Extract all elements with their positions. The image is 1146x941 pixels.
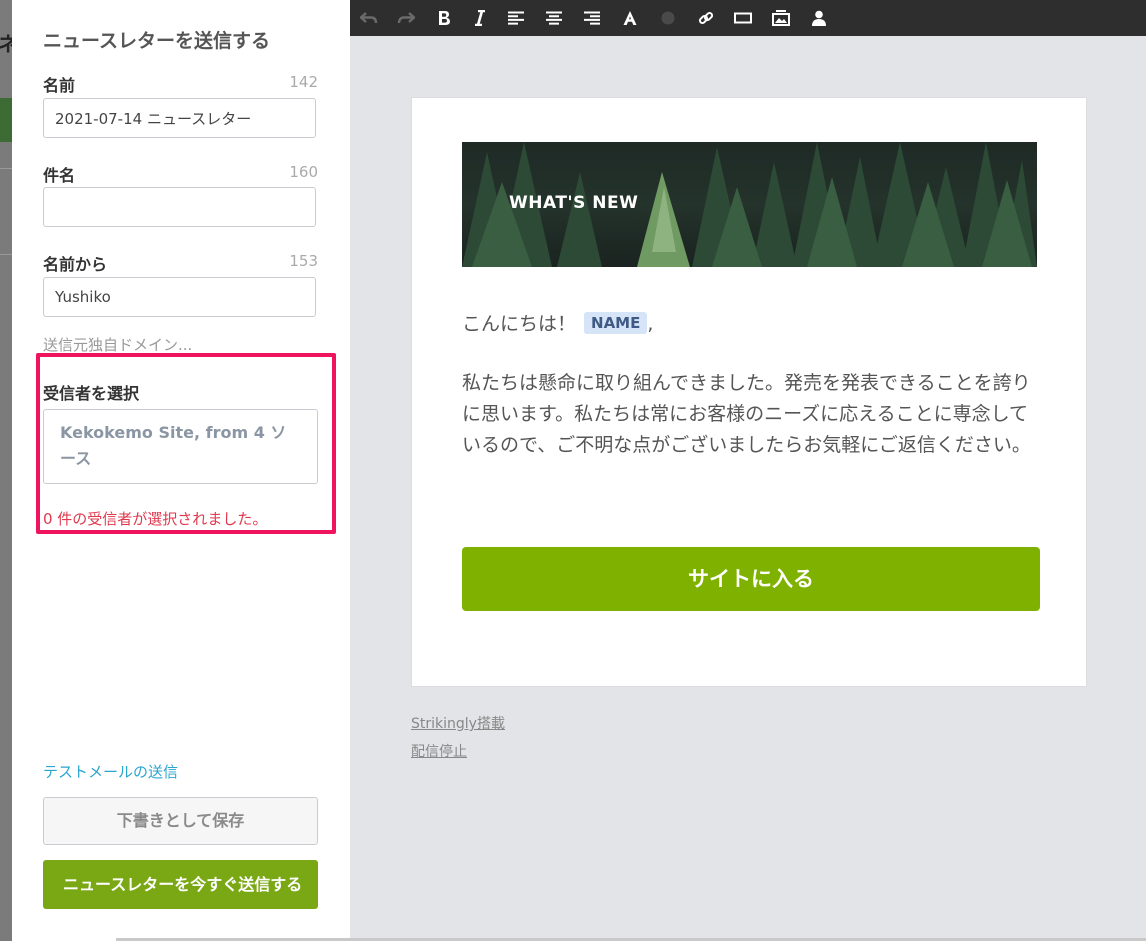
greeting-text: こんにちは！ [462, 313, 577, 335]
background-glyph: ネ [0, 32, 12, 56]
background-divider [0, 168, 12, 169]
recipients-count-warning: 0 件の受信者が選択されました。 [43, 510, 268, 528]
visit-site-button[interactable]: サイトに入る [462, 547, 1040, 611]
subject-label: 件名 [43, 166, 76, 185]
recipients-select-value: Kekokemo Site, from 4 ソース [60, 423, 287, 468]
banner-text: WHAT'S NEW [509, 193, 639, 213]
save-draft-button[interactable]: 下書きとして保存 [43, 797, 318, 845]
font-color-icon[interactable] [613, 0, 647, 36]
align-left-icon[interactable] [499, 0, 533, 36]
custom-domain-link[interactable]: 送信元独自ドメイン... [43, 334, 192, 355]
background-image-strip [0, 98, 12, 142]
background-page: ネ [0, 0, 12, 941]
name-label: 名前 [43, 76, 76, 95]
redo-icon[interactable] [389, 0, 423, 36]
unsubscribe-link[interactable]: 配信停止 [411, 741, 467, 761]
undo-icon[interactable] [352, 0, 386, 36]
greeting-comma: , [647, 313, 654, 335]
align-center-icon[interactable] [537, 0, 571, 36]
send-test-email-link[interactable]: テストメールの送信 [43, 761, 178, 782]
name-char-count: 142 [289, 73, 318, 91]
background-divider [0, 254, 12, 255]
send-now-button[interactable]: ニュースレターを今すぐ送信する [43, 860, 318, 909]
from-name-char-count: 153 [289, 252, 318, 270]
panel-title: ニュースレターを送信する [43, 30, 271, 52]
greeting-line: こんにちは！ NAME, [462, 309, 653, 336]
color-dot-icon[interactable] [651, 0, 685, 36]
user-icon[interactable] [802, 0, 836, 36]
subject-char-count: 160 [289, 163, 318, 181]
recipients-select[interactable]: Kekokemo Site, from 4 ソース [43, 409, 318, 484]
align-right-icon[interactable] [575, 0, 609, 36]
name-merge-tag[interactable]: NAME [584, 312, 648, 334]
bold-icon[interactable] [427, 0, 461, 36]
from-name-input[interactable] [43, 277, 316, 317]
editor-toolbar [350, 0, 1146, 36]
from-name-label: 名前から [43, 255, 108, 274]
name-input[interactable] [43, 98, 316, 138]
button-icon[interactable] [726, 0, 760, 36]
subject-input[interactable] [43, 187, 316, 227]
email-body-text[interactable]: 私たちは懸命に取り組んできました。発売を発表できることを誇りに思います。私たちは… [462, 368, 1040, 461]
powered-by-link[interactable]: Strikingly搭載 [411, 713, 505, 733]
link-icon[interactable] [689, 0, 723, 36]
italic-icon[interactable] [463, 0, 497, 36]
newsletter-settings-panel: ニュースレターを送信する 名前 142 件名 160 名前から 153 送信元独… [12, 0, 350, 941]
email-preview-card: WHAT'S NEW こんにちは！ NAME, 私たちは懸命に取り組んできました。… [411, 97, 1087, 687]
image-icon[interactable] [764, 0, 798, 36]
recipients-label: 受信者を選択 [43, 384, 140, 403]
banner-image[interactable]: WHAT'S NEW [462, 142, 1037, 267]
